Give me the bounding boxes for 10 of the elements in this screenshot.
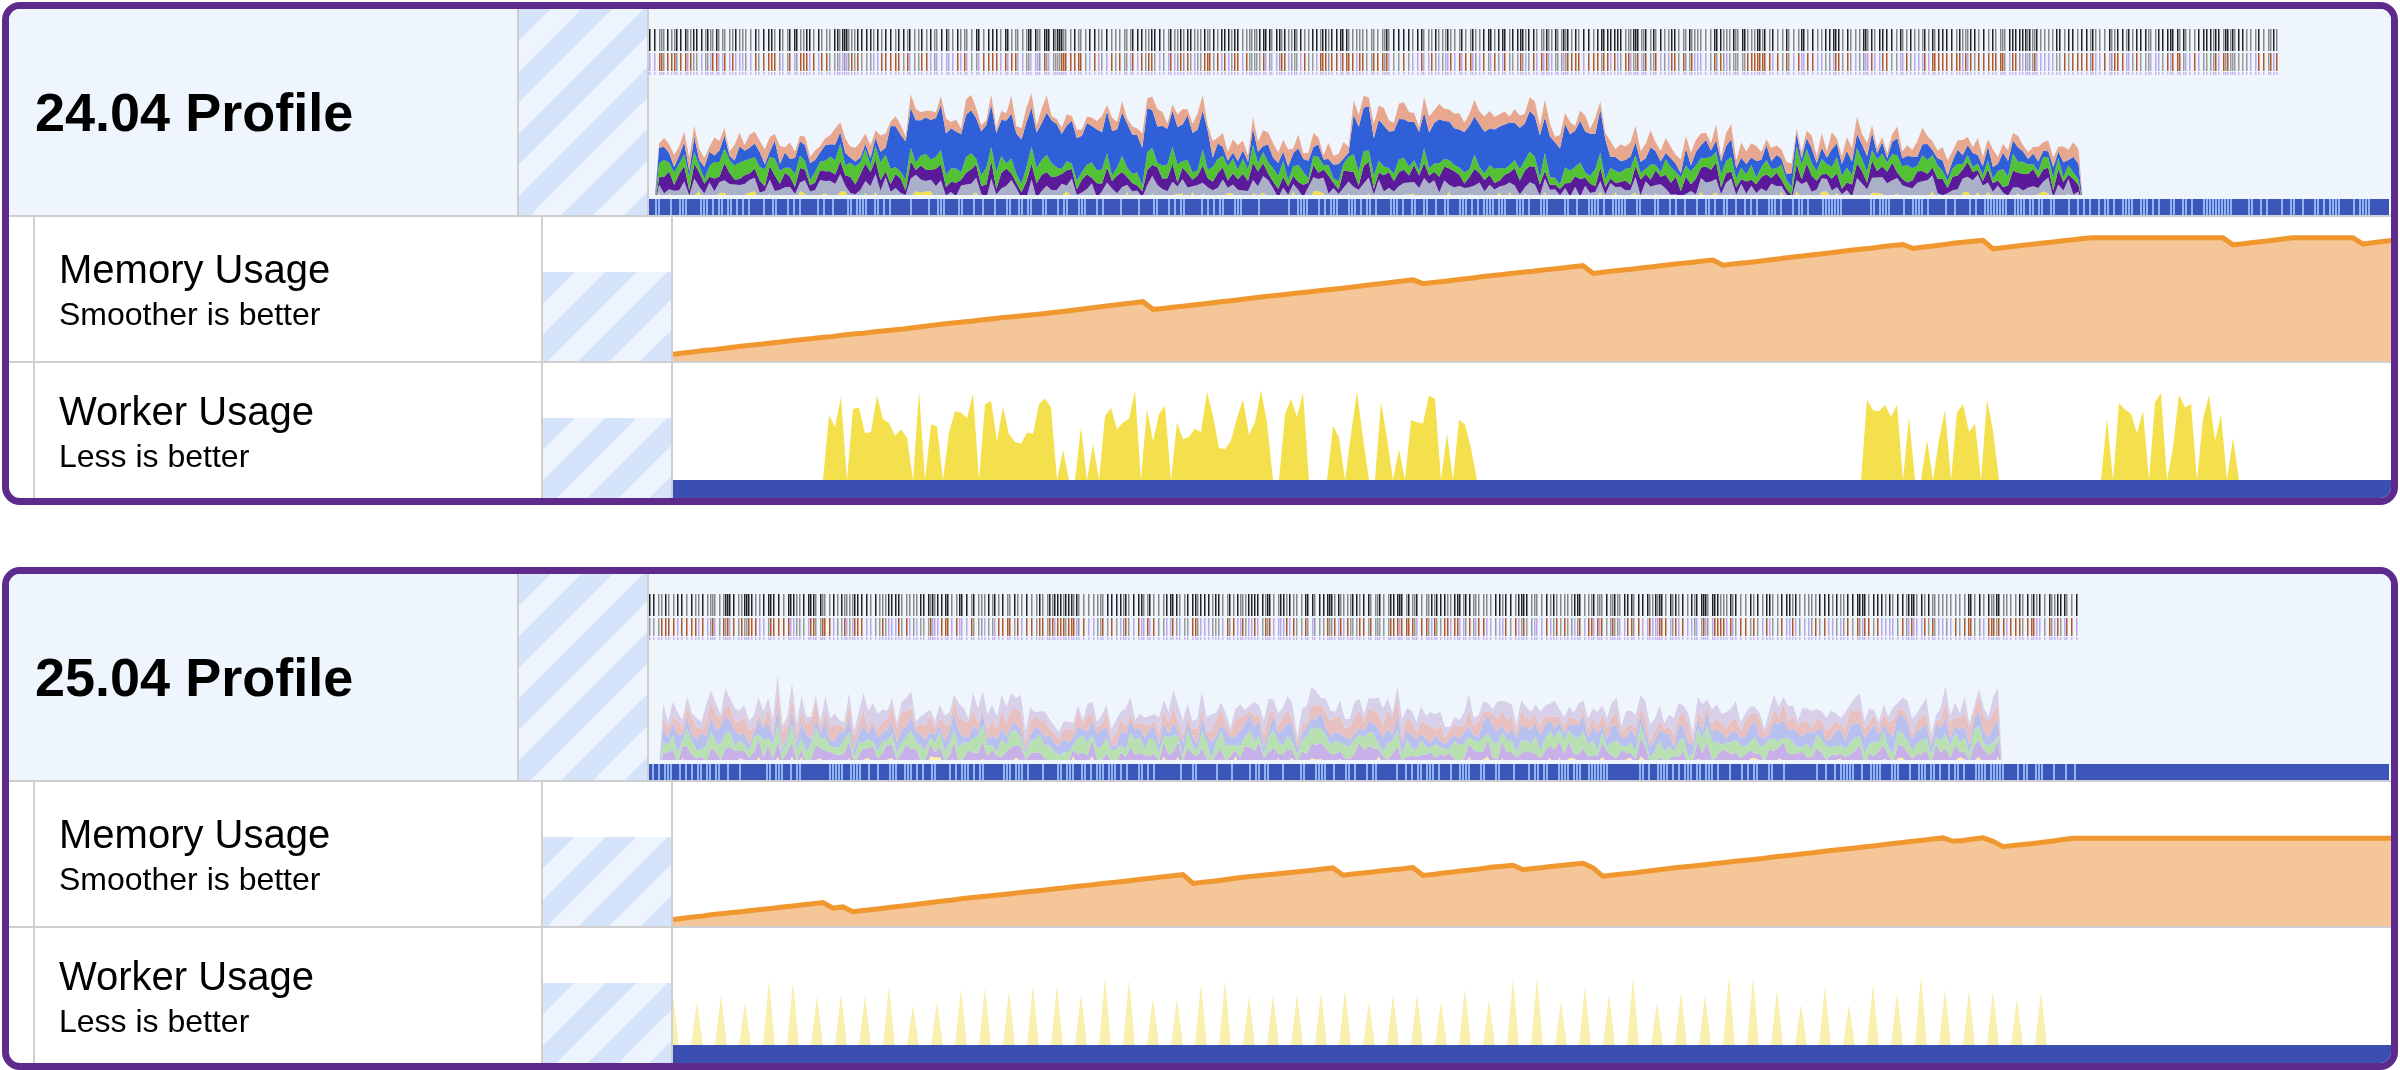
profile-title: 24.04 Profile xyxy=(35,80,354,144)
track-label: Memory Usage xyxy=(59,246,332,293)
track-hint: Smoother is better xyxy=(59,295,322,334)
profile-title: 25.04 Profile xyxy=(35,645,354,709)
track-hint: Smoother is better xyxy=(59,860,322,899)
track-hint: Less is better xyxy=(59,436,251,476)
track-hint: Less is better xyxy=(59,1001,251,1041)
track-label: Worker Usage xyxy=(59,952,315,1000)
track-label: Worker Usage xyxy=(59,387,315,435)
track-label: Memory Usage xyxy=(59,811,332,858)
